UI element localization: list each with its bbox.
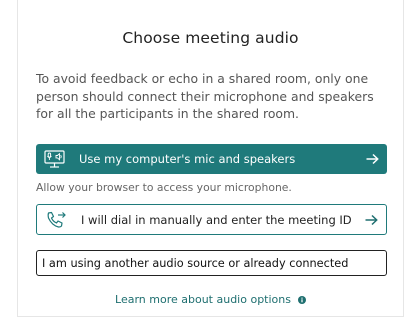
info-icon [297,295,306,304]
dial-in-button[interactable]: I will dial in manually and enter the me… [36,204,387,235]
use-computer-audio-button[interactable]: Use my computer's mic and speakers [36,144,387,174]
audio-dialog: Choose meeting audio To avoid feedback o… [17,0,404,317]
other-audio-source-label: I am using another audio source or alrea… [42,256,349,270]
use-computer-audio-label: Use my computer's mic and speakers [79,152,296,166]
learn-more-audio-link[interactable]: Learn more about audio options [18,293,403,306]
computer-mic-speaker-icon [44,149,65,169]
arrow-right-icon [365,214,378,225]
phone-outgoing-icon [45,210,67,230]
dialog-description: To avoid feedback or echo in a shared ro… [36,71,374,121]
dialog-title: Choose meeting audio [122,29,299,47]
arrow-right-icon [366,153,379,165]
learn-more-label: Learn more about audio options [115,293,291,306]
dial-in-label: I will dial in manually and enter the me… [81,212,352,227]
microphone-permission-hint: Allow your browser to access your microp… [36,181,292,194]
other-audio-source-button[interactable]: I am using another audio source or alrea… [36,250,387,276]
